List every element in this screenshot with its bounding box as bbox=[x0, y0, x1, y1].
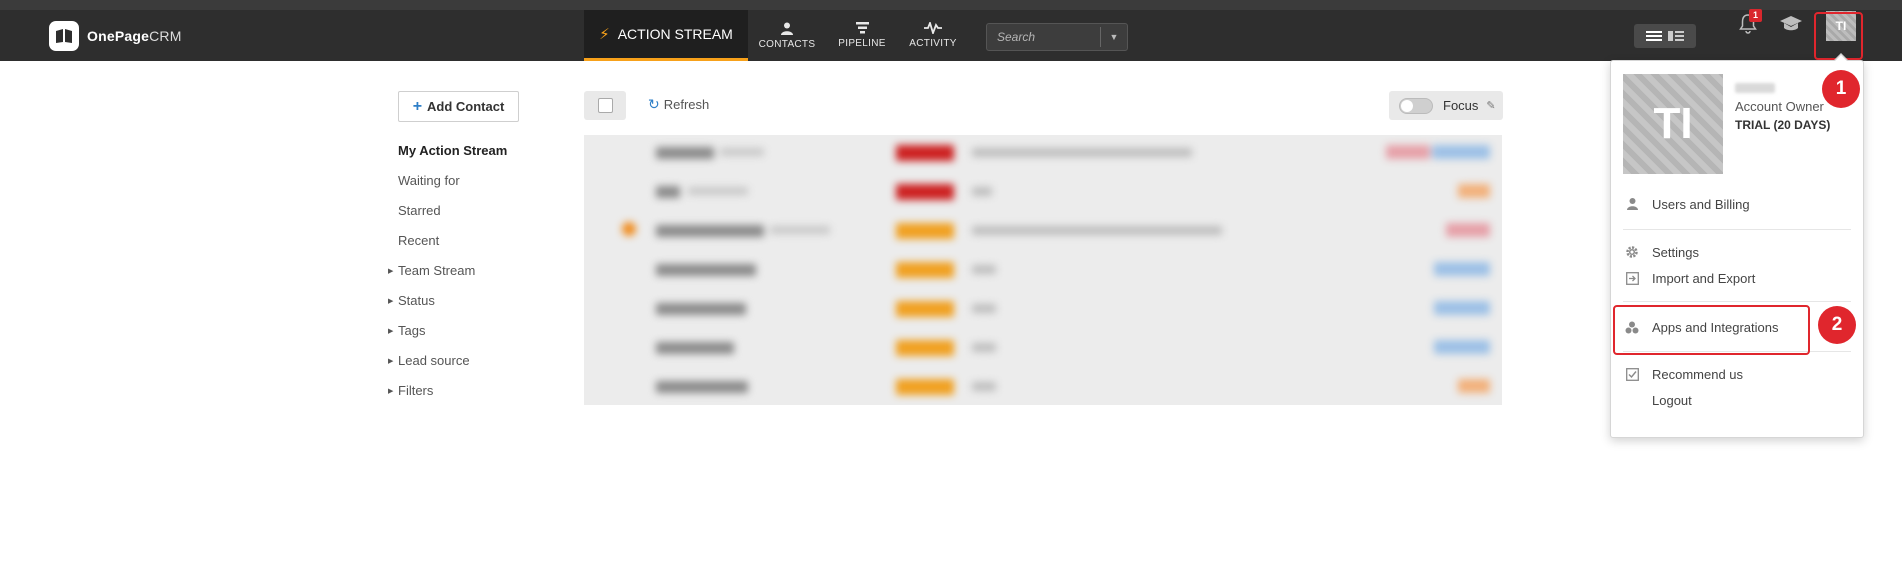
refresh-button[interactable]: ↻ Refresh bbox=[648, 96, 709, 113]
callout-highlight-apps bbox=[1613, 305, 1810, 355]
sidebar-item-waiting-for[interactable]: Waiting for bbox=[398, 173, 460, 188]
search-input[interactable] bbox=[987, 24, 1099, 50]
menu-item-label: Logout bbox=[1652, 392, 1692, 408]
table-row bbox=[584, 330, 1502, 369]
sidebar-item-recent[interactable]: Recent bbox=[398, 233, 439, 248]
top-strip bbox=[0, 0, 1902, 10]
sidebar-item-team-stream[interactable]: Team Stream bbox=[398, 263, 475, 278]
person-icon bbox=[781, 22, 793, 35]
top-navbar: OnePageCRM ⚡ ACTION STREAM CONTACTS PIPE… bbox=[0, 10, 1902, 61]
account-name-blurred bbox=[1735, 83, 1775, 93]
select-all-wrapper bbox=[584, 91, 626, 120]
user-dropdown-menu: TI Account Owner TRIAL (20 DAYS) Users a… bbox=[1610, 60, 1864, 438]
sidebar-item-status[interactable]: Status bbox=[398, 293, 435, 308]
user-avatar-large: TI bbox=[1623, 74, 1723, 174]
app-logo[interactable]: OnePageCRM bbox=[49, 21, 182, 51]
sidebar-item-filters[interactable]: Filters bbox=[398, 383, 433, 398]
menu-item-label: Users and Billing bbox=[1652, 196, 1750, 212]
table-row bbox=[584, 369, 1502, 405]
table-row bbox=[584, 291, 1502, 330]
tab-action-stream[interactable]: ⚡ ACTION STREAM bbox=[584, 10, 748, 61]
gear-icon bbox=[1624, 244, 1640, 260]
dropdown-arrow-inner bbox=[1834, 55, 1848, 62]
import-icon bbox=[1624, 270, 1640, 286]
action-stream-list-blurred bbox=[584, 135, 1502, 405]
callout-number-1: 1 bbox=[1822, 70, 1860, 108]
refresh-icon: ↻ bbox=[648, 96, 660, 112]
add-contact-label: Add Contact bbox=[427, 99, 505, 114]
expand-triangle-icon: ▶ bbox=[388, 298, 394, 305]
table-row bbox=[584, 213, 1502, 252]
app-name: OnePageCRM bbox=[87, 28, 182, 44]
view-toggle[interactable] bbox=[1634, 24, 1696, 48]
lightning-icon: ⚡ bbox=[599, 26, 610, 43]
graduation-cap-icon[interactable] bbox=[1779, 15, 1803, 33]
checkbox-icon bbox=[1624, 366, 1640, 382]
table-row bbox=[584, 174, 1502, 213]
sidebar-item-my-action-stream[interactable]: My Action Stream bbox=[398, 143, 507, 158]
menu-item-label: Recommend us bbox=[1652, 366, 1744, 382]
menu-item-label: Settings bbox=[1652, 244, 1699, 260]
expand-triangle-icon: ▶ bbox=[388, 328, 394, 335]
account-plan: TRIAL (20 DAYS) bbox=[1735, 118, 1831, 132]
tab-action-stream-label: ACTION STREAM bbox=[617, 26, 733, 42]
focus-toggle[interactable] bbox=[1399, 97, 1433, 114]
search-dropdown-caret-icon[interactable]: ▼ bbox=[1100, 27, 1127, 47]
account-role: Account Owner bbox=[1735, 99, 1824, 114]
list-view-icon bbox=[1646, 31, 1662, 41]
pulse-icon bbox=[924, 22, 942, 34]
split-view-icon bbox=[1668, 31, 1684, 41]
plus-icon: + bbox=[412, 97, 423, 115]
menu-divider bbox=[1623, 301, 1851, 302]
tab-activity-label: ACTIVITY bbox=[909, 38, 957, 49]
select-all-checkbox[interactable] bbox=[597, 98, 613, 113]
tab-contacts[interactable]: CONTACTS bbox=[758, 10, 816, 61]
menu-item-recommend-us[interactable]: Recommend us bbox=[1621, 363, 1853, 385]
onepage-logo-icon bbox=[49, 21, 79, 51]
pencil-icon[interactable]: ✎ bbox=[1486, 99, 1495, 112]
callout-number-2: 2 bbox=[1818, 306, 1856, 344]
table-row bbox=[584, 252, 1502, 291]
menu-item-label: Import and Export bbox=[1652, 270, 1756, 286]
menu-item-users-billing[interactable]: Users and Billing bbox=[1621, 193, 1853, 215]
notification-badge: 1 bbox=[1749, 9, 1763, 22]
tab-contacts-label: CONTACTS bbox=[758, 38, 816, 50]
search-box: ▼ bbox=[986, 23, 1128, 51]
menu-item-settings[interactable]: Settings bbox=[1621, 241, 1853, 263]
user-icon bbox=[1624, 196, 1640, 212]
table-row bbox=[584, 135, 1502, 174]
sidebar-item-tags[interactable]: Tags bbox=[398, 323, 425, 338]
menu-item-import-export[interactable]: Import and Export bbox=[1621, 267, 1853, 289]
funnel-icon bbox=[855, 22, 869, 34]
tab-pipeline[interactable]: PIPELINE bbox=[834, 10, 890, 61]
sidebar-item-lead-source[interactable]: Lead source bbox=[398, 353, 470, 368]
menu-item-logout[interactable]: Logout bbox=[1621, 389, 1853, 411]
menu-divider bbox=[1623, 229, 1851, 230]
expand-triangle-icon: ▶ bbox=[388, 268, 394, 275]
refresh-label: Refresh bbox=[663, 97, 710, 112]
tab-activity[interactable]: ACTIVITY bbox=[906, 10, 960, 61]
sidebar-item-starred[interactable]: Starred bbox=[398, 203, 441, 218]
add-contact-button[interactable]: + Add Contact bbox=[398, 91, 519, 122]
expand-triangle-icon: ▶ bbox=[388, 388, 394, 395]
expand-triangle-icon: ▶ bbox=[388, 358, 394, 365]
tab-pipeline-label: PIPELINE bbox=[838, 38, 886, 49]
focus-control: Focus ✎ bbox=[1389, 91, 1503, 120]
focus-label: Focus bbox=[1443, 98, 1479, 113]
